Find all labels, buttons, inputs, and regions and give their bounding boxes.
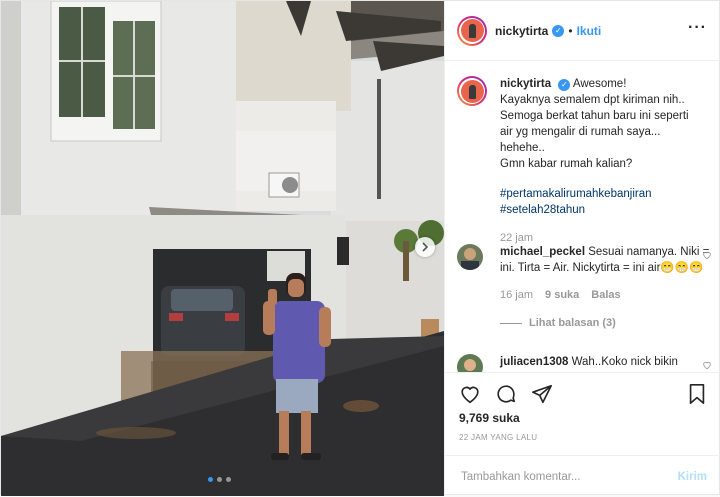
post-photo[interactable] xyxy=(1,1,444,496)
comment-text: Wah..Koko nick bikin xyxy=(571,356,678,368)
post-actions: 9,769 suka 22 JAM YANG LALU Kirim xyxy=(445,372,720,496)
view-replies-button[interactable]: Lihat balasan (3) xyxy=(500,315,712,331)
verified-badge-icon: ✓ xyxy=(552,24,565,37)
heart-icon[interactable] xyxy=(702,250,712,260)
avatar[interactable] xyxy=(457,15,487,46)
ellipsis-icon[interactable]: ··· xyxy=(688,20,707,36)
add-comment-form: Kirim xyxy=(445,455,720,497)
comment-time[interactable]: 16 jam xyxy=(500,287,533,303)
caption-line: Awesome! xyxy=(572,78,627,90)
share-icon[interactable] xyxy=(531,383,553,405)
carousel-dot xyxy=(226,477,231,482)
post-side-panel: nickytirta ✓ • Ikuti ··· nickytirta ✓ Aw… xyxy=(444,1,720,496)
avatar[interactable] xyxy=(457,354,483,372)
chevron-right-icon xyxy=(422,242,429,252)
comment-username[interactable]: juliacen1308 xyxy=(500,356,568,368)
comment-item: michael_peckel Sesuai namanya. Niki = in… xyxy=(457,244,712,331)
comment-icon[interactable] xyxy=(495,383,517,405)
carousel-next-button[interactable] xyxy=(415,237,435,257)
caption-line: hehehe.. xyxy=(500,142,545,154)
caption-line: air yg mengalir di rumah saya... xyxy=(500,126,661,138)
house-flood-photo xyxy=(1,1,444,496)
instagram-post: nickytirta ✓ • Ikuti ··· nickytirta ✓ Aw… xyxy=(0,0,720,496)
avatar[interactable] xyxy=(457,244,483,270)
carousel-indicator xyxy=(208,477,231,482)
hashtag-link[interactable]: #pertamakalirumahkebanjiran xyxy=(500,186,707,202)
reply-button[interactable]: Balas xyxy=(591,287,620,303)
carousel-dot xyxy=(208,477,213,482)
comment-input[interactable] xyxy=(459,469,678,484)
separator-dot: • xyxy=(568,23,573,38)
heart-icon[interactable] xyxy=(459,383,481,405)
avatar[interactable] xyxy=(457,76,487,106)
caption-line: Gmn kabar rumah kalian? xyxy=(500,158,633,170)
username-link[interactable]: nickytirta xyxy=(495,24,548,38)
comment-item: juliacen1308 Wah..Koko nick bikin xyxy=(457,354,712,372)
caption-username[interactable]: nickytirta xyxy=(500,78,551,90)
hashtag-link[interactable]: #setelah28tahun xyxy=(500,202,707,218)
carousel-dot xyxy=(217,477,222,482)
comment-likes[interactable]: 9 suka xyxy=(545,287,579,303)
like-count[interactable]: 9,769 suka xyxy=(459,411,520,425)
verified-badge-icon: ✓ xyxy=(558,79,571,91)
comments-list[interactable]: nickytirta ✓ Awesome! Kayaknya semalem d… xyxy=(445,62,720,372)
bookmark-icon[interactable] xyxy=(687,383,707,405)
heart-icon[interactable] xyxy=(702,360,712,370)
caption: nickytirta ✓ Awesome! Kayaknya semalem d… xyxy=(457,76,707,246)
post-timestamp[interactable]: 22 JAM YANG LALU xyxy=(459,433,537,442)
follow-button[interactable]: Ikuti xyxy=(577,24,602,38)
view-replies-label: Lihat balasan (3) xyxy=(529,317,616,329)
post-header: nickytirta ✓ • Ikuti ··· xyxy=(445,1,720,61)
send-comment-button[interactable]: Kirim xyxy=(678,471,707,483)
caption-line: Kayaknya semalem dpt kiriman nih.. xyxy=(500,94,685,106)
comment-username[interactable]: michael_peckel xyxy=(500,246,585,258)
caption-line: Semoga berkat tahun baru ini seperti xyxy=(500,110,689,122)
